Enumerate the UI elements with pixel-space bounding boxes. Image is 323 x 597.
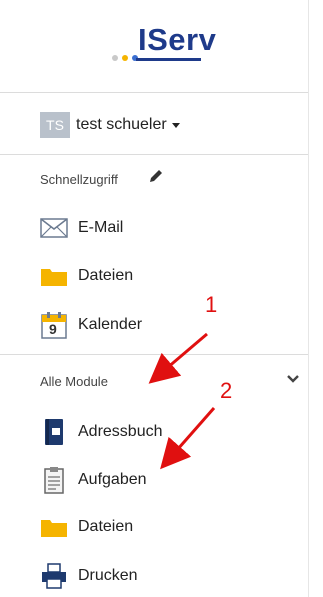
annotation-arrow-2: [160, 407, 216, 470]
annotation-arrow-1: [148, 332, 208, 384]
annotation-arrows: [148, 332, 216, 470]
